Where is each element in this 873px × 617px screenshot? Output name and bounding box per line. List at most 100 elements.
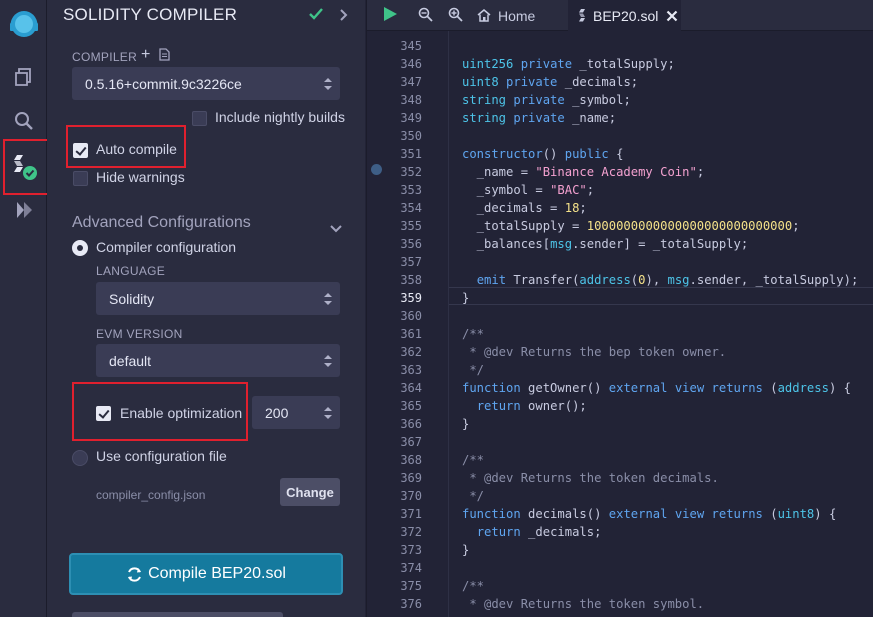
code-line: _name = "Binance Academy Coin";: [462, 165, 705, 179]
line-number: 366: [400, 417, 422, 431]
editor-tabbar: Home BEP20.sol: [367, 0, 873, 31]
line-number: 371: [400, 507, 422, 521]
line-number: 365: [400, 399, 422, 413]
line-number: 351: [400, 147, 422, 161]
code-line: emit Transfer(address(0), msg.sender, _t…: [476, 273, 859, 287]
include-nightly-label: Include nightly builds: [215, 109, 345, 125]
line-number: 359: [400, 291, 422, 305]
code-line: constructor() public {: [462, 147, 624, 161]
code-line: * @dev Returns the token symbol.: [462, 597, 705, 611]
line-number: 363: [400, 363, 422, 377]
run-play-icon[interactable]: [382, 6, 398, 27]
icon-sidebar: [0, 0, 49, 617]
code-line: /**: [462, 579, 485, 593]
remix-logo-icon[interactable]: [0, 2, 47, 46]
line-number: 346: [400, 57, 422, 71]
code-line: * @dev Returns the bep token owner.: [462, 345, 727, 359]
zoom-in-icon[interactable]: [448, 7, 463, 27]
code-line: _totalSupply = 1000000000000000000000000…: [462, 219, 800, 233]
file-explorer-icon[interactable]: [0, 57, 47, 97]
line-number: 373: [400, 543, 422, 557]
chevron-right-icon[interactable]: [338, 8, 348, 26]
panel-title: SOLIDITY COMPILER: [63, 5, 238, 24]
code-line: /**: [462, 327, 485, 341]
deploy-run-icon[interactable]: [0, 190, 47, 230]
compiler-version-select[interactable]: 0.5.16+commit.9c3226ce: [72, 67, 340, 100]
line-number: 376: [400, 597, 422, 611]
evm-version-value: default: [109, 352, 152, 369]
code-line: return owner();: [476, 399, 587, 413]
solidity-compiler-icon[interactable]: [0, 147, 47, 187]
home-icon: [476, 8, 492, 23]
config-file-name: compiler_config.json: [96, 488, 206, 502]
code-line: */: [462, 363, 485, 377]
compiler-version-value: 0.5.16+commit.9c3226ce: [85, 75, 242, 92]
compile-button-label: Compile BEP20.sol: [148, 565, 286, 582]
enable-optimization-checkbox[interactable]: [96, 406, 111, 421]
optimization-runs-input[interactable]: 200: [252, 396, 340, 429]
code-line: }: [462, 417, 470, 431]
compiled-check-icon: [308, 7, 324, 26]
compiler-label: COMPILER: [72, 50, 138, 64]
compiler-config-radio[interactable]: [72, 240, 88, 256]
hide-warnings-checkbox[interactable]: [73, 171, 88, 186]
use-config-file-radio[interactable]: [72, 450, 88, 466]
search-icon[interactable]: [0, 101, 47, 141]
code-line: return _decimals;: [476, 525, 602, 539]
line-number: 352: [400, 165, 422, 179]
refresh-icon: [126, 566, 143, 583]
close-tab-icon[interactable]: [666, 10, 678, 22]
optimization-runs-value: 200: [265, 404, 289, 421]
line-number: 372: [400, 525, 422, 539]
tab-bep20[interactable]: BEP20.sol: [568, 0, 681, 31]
line-number: 356: [400, 237, 422, 251]
solidity-compiler-panel: SOLIDITY COMPILER COMPILER + 0.5.16+comm…: [47, 0, 365, 617]
code-line: uint256 private _totalSupply;: [462, 57, 675, 71]
auto-compile-checkbox[interactable]: [73, 143, 88, 158]
change-config-button[interactable]: Change: [280, 478, 340, 506]
tab-bep20-label: BEP20.sol: [593, 7, 659, 24]
zoom-out-icon[interactable]: [418, 7, 433, 27]
line-number: 350: [400, 129, 422, 143]
compile-button[interactable]: Compile BEP20.sol: [69, 553, 343, 595]
add-compiler-icon[interactable]: +: [141, 47, 150, 63]
line-number: 358: [400, 273, 422, 287]
code-line: _balances[msg.sender] = _totalSupply;: [462, 237, 749, 251]
tab-home[interactable]: Home: [476, 0, 535, 31]
line-number: 369: [400, 471, 422, 485]
code-line: string private _symbol;: [462, 93, 631, 107]
code-area[interactable]: 345 346 uint256 private _totalSupply; 347 ui…: [367, 31, 873, 617]
code-line: _decimals = 18;: [462, 201, 587, 215]
language-select[interactable]: Solidity: [96, 282, 340, 315]
code-line: function getOwner() external view return…: [462, 381, 851, 395]
tab-home-label: Home: [498, 7, 536, 24]
solidity-file-icon: [578, 9, 587, 22]
line-number: 362: [400, 345, 422, 359]
line-number: 370: [400, 489, 422, 503]
line-number: 374: [400, 561, 422, 575]
enable-optimization-label: Enable optimization: [120, 405, 243, 421]
code-line: /**: [462, 453, 485, 467]
advanced-config-header[interactable]: Advanced Configurations: [72, 214, 251, 232]
include-nightly-checkbox[interactable]: [192, 111, 207, 126]
code-line: _symbol = "BAC";: [462, 183, 595, 197]
code-editor: Home BEP20.sol 345 346 uint256 private _to…: [366, 0, 873, 617]
line-number: 364: [400, 381, 422, 395]
code-line: string private _name;: [462, 111, 617, 125]
compiler-config-label: Compiler configuration: [96, 239, 237, 255]
next-button-edge[interactable]: [72, 612, 283, 617]
line-number: 375: [400, 579, 422, 593]
line-number: 367: [400, 435, 422, 449]
evm-version-label: EVM VERSION: [96, 327, 183, 341]
evm-version-select[interactable]: default: [96, 344, 340, 377]
chevron-down-icon[interactable]: [330, 220, 342, 238]
language-value: Solidity: [109, 290, 155, 307]
code-line: uint8 private _decimals;: [462, 75, 639, 89]
line-number: 345: [400, 39, 422, 53]
code-line: */: [462, 489, 485, 503]
document-icon[interactable]: [159, 48, 170, 66]
language-label: LANGUAGE: [96, 264, 166, 278]
line-number: 361: [400, 327, 422, 341]
line-number: 355: [400, 219, 422, 233]
use-config-file-label: Use configuration file: [96, 448, 227, 464]
